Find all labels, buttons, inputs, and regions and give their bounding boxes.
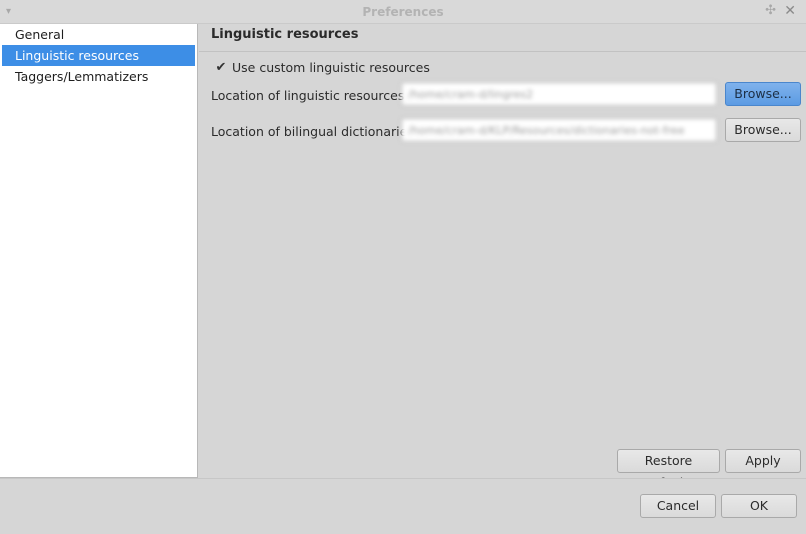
browse-bilingual-dictionaries-button[interactable]: Browse...	[725, 118, 801, 142]
apply-button[interactable]: Apply	[725, 449, 801, 473]
title-bar: ▾ Preferences ✣ ✕	[0, 0, 806, 24]
use-custom-resources-label[interactable]: Use custom linguistic resources	[232, 60, 430, 75]
preference-page: Linguistic resources ✔ Use custom lingui…	[199, 24, 806, 490]
sidebar-item-taggers-lemmatizers[interactable]: Taggers/Lemmatizers	[2, 66, 195, 87]
page-title: Linguistic resources	[211, 27, 359, 42]
use-custom-resources-checkbox[interactable]: ✔	[214, 61, 228, 75]
dialog-button-bar: Cancel OK	[0, 478, 806, 534]
window-title: Preferences	[362, 5, 444, 19]
linguistic-resources-label: Location of linguistic resources:	[211, 88, 409, 103]
bilingual-dictionaries-input[interactable]	[401, 118, 717, 142]
cancel-button[interactable]: Cancel	[640, 494, 716, 518]
pin-icon[interactable]: ✣	[765, 3, 776, 18]
sidebar-item-general[interactable]: General	[2, 24, 195, 45]
restore-defaults-button[interactable]: Restore Defaults	[617, 449, 720, 490]
ok-button[interactable]: OK	[721, 494, 797, 518]
close-icon[interactable]: ✕	[784, 3, 796, 19]
sidebar-item-linguistic-resources[interactable]: Linguistic resources	[2, 45, 195, 66]
preferences-tree: General Linguistic resources Taggers/Lem…	[0, 24, 198, 478]
browse-linguistic-resources-button[interactable]: Browse...	[725, 82, 801, 106]
title-divider	[199, 51, 806, 52]
bilingual-dictionaries-label: Location of bilingual dictionaries:	[211, 124, 419, 139]
linguistic-resources-input[interactable]	[401, 82, 717, 106]
